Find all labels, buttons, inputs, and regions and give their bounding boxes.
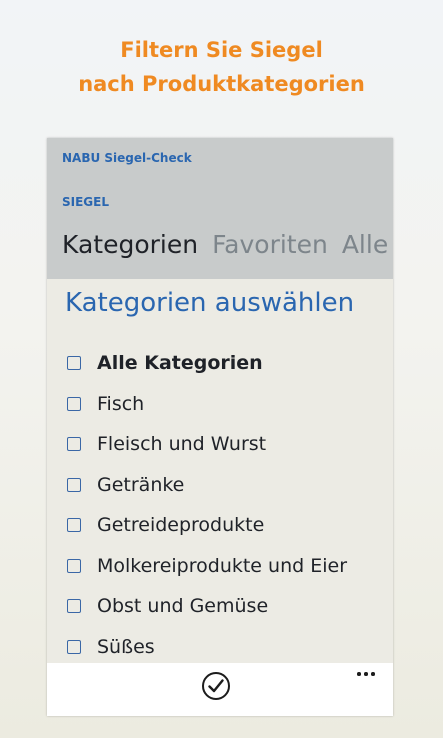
category-item-getraenke[interactable]: Getränke: [67, 465, 387, 506]
category-label: Getränke: [97, 473, 185, 496]
tab-alle[interactable]: Alle: [342, 230, 388, 259]
app-bar: [47, 663, 393, 716]
category-label: Fleisch und Wurst: [97, 433, 267, 456]
category-item-obst[interactable]: Obst und Gemüse: [67, 586, 387, 627]
checkmark-circle-icon: [208, 679, 224, 693]
category-label: Getreideprodukte: [97, 514, 265, 537]
promo-title: Filtern Sie Siegel nach Produktkategorie…: [0, 33, 443, 101]
content-title: Kategorien auswählen: [65, 288, 355, 318]
category-item-getreide[interactable]: Getreideprodukte: [67, 505, 387, 546]
checkbox[interactable]: [67, 518, 81, 533]
category-item-fleisch[interactable]: Fleisch und Wurst: [67, 424, 387, 465]
checkbox[interactable]: [67, 396, 81, 411]
category-item-alle[interactable]: Alle Kategorien: [67, 343, 387, 384]
category-list: Alle Kategorien Fisch Fleisch und Wurst …: [67, 343, 387, 667]
app-name: NABU Siegel-Check: [62, 151, 192, 165]
more-dots-icon: [364, 672, 368, 676]
category-label: Fisch: [97, 392, 145, 415]
category-label: Alle Kategorien: [97, 352, 263, 375]
app-header: NABU Siegel-Check SIEGEL Kategorien Favor…: [47, 138, 393, 279]
pivot-tabs: Kategorien Favoriten Alle: [62, 230, 393, 259]
checkbox[interactable]: [67, 599, 81, 614]
more-dots-icon: [357, 672, 361, 676]
category-label: Obst und Gemüse: [97, 595, 269, 618]
phone-screen: NABU Siegel-Check SIEGEL Kategorien Favor…: [47, 138, 393, 716]
promo-title-line-2: nach Produktkategorien: [78, 72, 365, 96]
checkbox[interactable]: [67, 639, 81, 654]
category-item-fisch[interactable]: Fisch: [67, 384, 387, 425]
more-dots-icon: [371, 672, 375, 676]
more-button[interactable]: [355, 664, 379, 682]
checkbox[interactable]: [67, 437, 81, 452]
checkbox[interactable]: [67, 477, 81, 492]
checkbox[interactable]: [67, 356, 81, 371]
confirm-button[interactable]: [202, 672, 230, 700]
category-item-molkerei[interactable]: Molkereiprodukte und Eier: [67, 546, 387, 587]
category-label: Süßes: [97, 635, 155, 658]
promo-title-line-1: Filtern Sie Siegel: [120, 38, 323, 62]
checkbox[interactable]: [67, 558, 81, 573]
section-label: SIEGEL: [62, 195, 109, 209]
tab-favoriten[interactable]: Favoriten: [212, 230, 328, 259]
category-item-suesses[interactable]: Süßes: [67, 627, 387, 668]
tab-kategorien[interactable]: Kategorien: [62, 230, 198, 259]
category-label: Molkereiprodukte und Eier: [97, 554, 348, 577]
